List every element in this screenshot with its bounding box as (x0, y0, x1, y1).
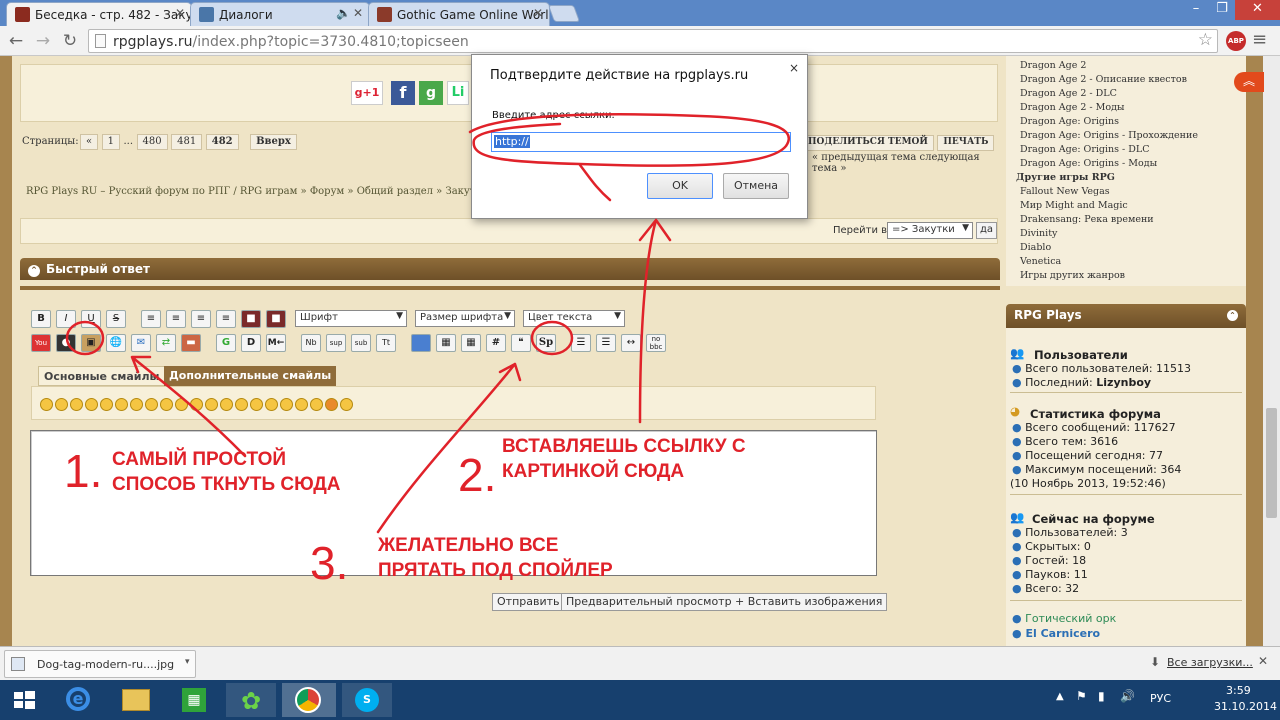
windows-taskbar: e ▦ ✿ S ▲ ⚑ ▮ 🔊 РУС 3:59 31.10.2014 (0, 680, 1280, 720)
skype-icon[interactable]: S (342, 683, 392, 717)
internet-explorer-icon[interactable]: e (52, 683, 102, 717)
red-annotation-layer (65, 113, 790, 534)
chrome-icon[interactable] (282, 683, 336, 717)
annotation-arrow-1 (130, 355, 247, 458)
language-indicator[interactable]: РУС (1150, 692, 1171, 705)
annotation-number-2: 2. (458, 449, 497, 501)
volume-icon[interactable]: 🔊 (1120, 689, 1135, 703)
download-filename: Dog-tag-modern-ru....jpg (37, 658, 175, 671)
chevron-down-icon[interactable]: ▾ (185, 657, 190, 667)
annotation-number-3: 3. (310, 537, 349, 589)
start-windows-icon[interactable] (0, 683, 48, 717)
annotation-text-2: ВСТАВЛЯЕШЬ ССЫЛКУ С КАРТИНКОЙ СЮДА (502, 436, 746, 482)
download-arrow-icon: ⬇ (1150, 655, 1161, 669)
store-icon[interactable]: ▦ (168, 683, 218, 717)
file-explorer-icon[interactable] (110, 683, 160, 717)
annotation-circle-spoiler-button (530, 320, 574, 356)
annotation-text-3: ЖЕЛАТЕЛЬНО ВСЕ ПРЯТАТЬ ПОД СПОЙЛЕР (378, 535, 613, 581)
annotation-text-1: САМЫЙ ПРОСТОЙ СПОСОБ ТКНУТЬ СЮДА (112, 449, 341, 495)
clock-date[interactable]: 31.10.2014 (1214, 700, 1277, 713)
annotation-arrow-2 (638, 218, 672, 424)
image-file-icon (11, 657, 25, 671)
all-downloads-link[interactable]: Все загрузки... (1167, 656, 1253, 669)
close-icon[interactable]: ✕ (1258, 654, 1268, 668)
annotation-arrow-3 (376, 362, 522, 534)
download-item[interactable]: Dog-tag-modern-ru....jpg ▾ (4, 650, 196, 678)
icq-icon[interactable]: ✿ (226, 683, 276, 717)
annotation-oval-input (468, 113, 790, 167)
chevron-up-icon[interactable]: ▲ (1056, 691, 1064, 702)
download-shelf: Dog-tag-modern-ru....jpg ▾ ⬇ Все загрузк… (0, 646, 1280, 680)
annotation-squiggle (578, 163, 612, 202)
network-icon[interactable]: ▮ (1098, 689, 1105, 703)
annotation-circle-image-button (65, 320, 105, 356)
annotation-number-1: 1. (64, 445, 103, 497)
clock-time[interactable]: 3:59 (1226, 684, 1251, 697)
flag-icon[interactable]: ⚑ (1076, 689, 1087, 703)
